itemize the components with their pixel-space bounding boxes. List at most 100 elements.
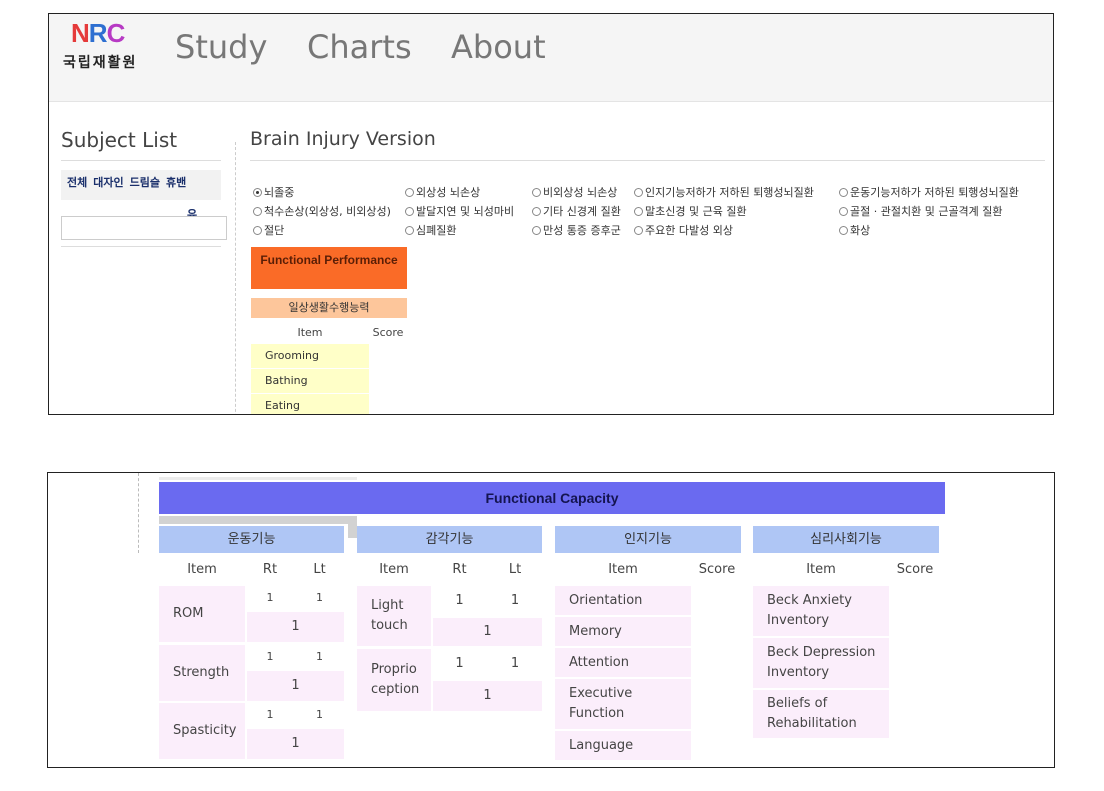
cognitive-item: Attention xyxy=(555,648,691,677)
radio-icon[interactable] xyxy=(405,225,414,235)
divider xyxy=(61,246,221,247)
radio-option[interactable]: 뇌졸중 xyxy=(253,184,294,200)
filter-group-1[interactable]: 대자인 xyxy=(93,176,123,189)
radio-icon[interactable] xyxy=(839,225,848,235)
lt-score: 1 xyxy=(295,645,344,669)
logo-text: 국립재활원 xyxy=(63,55,138,71)
radio-icon[interactable] xyxy=(634,206,643,216)
rt-score: 1 xyxy=(433,649,486,679)
functional-capacity-header: Functional Capacity xyxy=(159,482,945,514)
lt-score: 1 xyxy=(488,649,542,679)
radio-option[interactable]: 주요한 다발성 외상 xyxy=(634,222,733,238)
nav-charts[interactable]: Charts xyxy=(307,28,412,66)
total-score: 1 xyxy=(433,681,542,711)
rt-score: 1 xyxy=(433,586,486,616)
cognitive-item: Memory xyxy=(555,617,691,646)
divider xyxy=(250,160,1045,161)
adl-subheader: 일상생활수행능력 xyxy=(251,298,407,318)
rt-score: 1 xyxy=(247,703,293,727)
radio-icon[interactable] xyxy=(839,206,848,216)
column-header-rt: Rt xyxy=(433,557,486,583)
sensory-function-header: 감각기능 xyxy=(357,526,542,553)
psychosocial-item: Beck Anxiety Inventory xyxy=(753,586,889,636)
radio-option[interactable]: 심폐질환 xyxy=(405,222,456,238)
lt-score: 1 xyxy=(295,586,344,610)
total-score: 1 xyxy=(247,612,344,642)
radio-icon[interactable] xyxy=(839,187,848,197)
radio-option[interactable]: 말초신경 및 근육 질환 xyxy=(634,203,747,219)
cognitive-item: Executive Function xyxy=(555,679,691,729)
radio-option[interactable]: 인지기능저하가 저하된 퇴행성뇌질환 xyxy=(634,184,814,200)
motor-item: Spasticity xyxy=(159,703,245,759)
motor-item: ROM xyxy=(159,586,245,642)
column-header-score: Score xyxy=(891,557,939,583)
radio-icon[interactable] xyxy=(532,206,541,216)
psychosocial-item: Beliefs of Rehabilitation xyxy=(753,690,889,738)
radio-icon[interactable] xyxy=(405,206,414,216)
radio-option[interactable]: 절단 xyxy=(253,222,284,238)
column-header-item: Item xyxy=(555,557,691,583)
nav-about[interactable]: About xyxy=(451,28,546,66)
divider xyxy=(159,477,357,480)
nrc-logo[interactable]: NRC 국립재활원 xyxy=(61,18,143,74)
motor-item: Strength xyxy=(159,645,245,701)
radio-icon[interactable] xyxy=(532,225,541,235)
sensory-item: Light touch xyxy=(357,586,431,646)
horizontal-scrollbar[interactable] xyxy=(159,516,357,524)
subject-search-input[interactable] xyxy=(61,216,227,240)
cognitive-item: Orientation xyxy=(555,586,691,615)
lt-score: 1 xyxy=(488,586,542,616)
nav-study[interactable]: Study xyxy=(175,28,267,66)
filter-group-3[interactable]: 휴밴 xyxy=(166,176,186,189)
study-page-panel: NRC 국립재활원 Study Charts About Subject Lis… xyxy=(48,13,1054,415)
column-divider xyxy=(235,142,236,414)
column-header-rt: Rt xyxy=(247,557,293,583)
adl-item: Eating xyxy=(251,394,369,414)
filter-group-2[interactable]: 드림슬 xyxy=(130,176,160,189)
radio-icon[interactable] xyxy=(634,187,643,197)
radio-icon[interactable] xyxy=(253,225,262,235)
radio-option[interactable]: 운동기능저하가 저하된 퇴행성뇌질환 xyxy=(839,184,1019,200)
radio-icon[interactable] xyxy=(634,225,643,235)
total-score: 1 xyxy=(247,729,344,759)
column-header-score: Score xyxy=(369,322,407,344)
column-divider xyxy=(138,473,139,553)
column-header-lt: Lt xyxy=(488,557,542,583)
radio-icon[interactable] xyxy=(532,187,541,197)
cognitive-item: Language xyxy=(555,731,691,760)
adl-item: Grooming xyxy=(251,344,369,368)
total-score: 1 xyxy=(433,618,542,646)
radio-option[interactable]: 골절 · 관절치환 및 근골격계 질환 xyxy=(839,203,1003,219)
radio-option[interactable]: 비외상성 뇌손상 xyxy=(532,184,617,200)
column-header-lt: Lt xyxy=(295,557,344,583)
total-score: 1 xyxy=(247,671,344,701)
rt-score: 1 xyxy=(247,645,293,669)
scrollbar-thumb[interactable] xyxy=(348,516,357,538)
radio-checked-icon[interactable] xyxy=(253,187,262,197)
radio-option[interactable]: 기타 신경계 질환 xyxy=(532,203,621,219)
functional-performance-header: Functional Performance xyxy=(251,247,407,289)
adl-item: Bathing xyxy=(251,369,369,393)
column-header-item: Item xyxy=(251,322,369,344)
logo-mark: NRC xyxy=(71,18,125,48)
cognitive-function-header: 인지기능 xyxy=(555,526,741,553)
navbar: NRC 국립재활원 Study Charts About xyxy=(49,14,1053,102)
psychosocial-item: Beck Depression Inventory xyxy=(753,638,889,688)
rt-score: 1 xyxy=(247,586,293,610)
radio-option[interactable]: 만성 통증 증후군 xyxy=(532,222,621,238)
radio-option[interactable]: 발달지연 및 뇌성마비 xyxy=(405,203,514,219)
radio-icon[interactable] xyxy=(405,187,414,197)
filter-all[interactable]: 전체 xyxy=(67,176,87,189)
subject-list-title: Subject List xyxy=(61,128,178,152)
functional-capacity-panel: Functional Capacity 운동기능 Item Rt Lt ROM … xyxy=(47,472,1055,768)
column-header-score: Score xyxy=(693,557,741,583)
column-header-item: Item xyxy=(753,557,889,583)
radio-option[interactable]: 척수손상(외상성, 비외상성) xyxy=(253,203,391,219)
radio-icon[interactable] xyxy=(253,206,262,216)
radio-option[interactable]: 화상 xyxy=(839,222,870,238)
psychosocial-function-header: 심리사회기능 xyxy=(753,526,939,553)
column-header-item: Item xyxy=(159,557,245,583)
version-title: Brain Injury Version xyxy=(250,128,436,150)
radio-option[interactable]: 외상성 뇌손상 xyxy=(405,184,480,200)
column-header-item: Item xyxy=(357,557,431,583)
